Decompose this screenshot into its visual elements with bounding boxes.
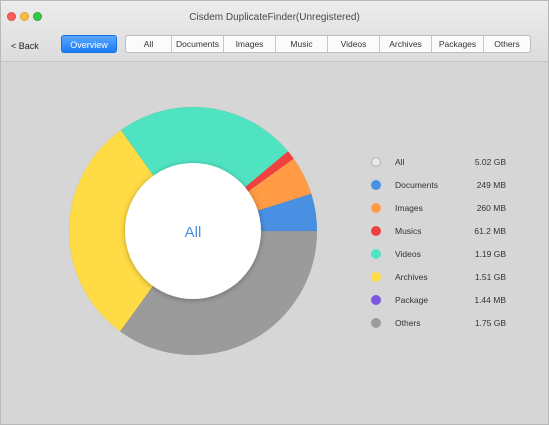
overview-button[interactable]: Overview (61, 35, 117, 53)
legend-value: 260 MB (476, 203, 506, 213)
category-tabs: All Documents Images Music Videos Archiv… (125, 35, 531, 53)
legend-dot (371, 226, 381, 236)
app-window: Cisdem DuplicateFinder(Unregistered) < B… (0, 0, 549, 425)
tab-music[interactable]: Music (276, 36, 328, 52)
title-bar: Cisdem DuplicateFinder(Unregistered) < B… (1, 1, 548, 62)
legend-dot (371, 295, 381, 305)
legend-dot (371, 157, 381, 167)
legend-row-archives[interactable]: Archives 1.51 GB (371, 266, 511, 289)
window-title: Cisdem DuplicateFinder(Unregistered) (189, 12, 360, 23)
tab-images[interactable]: Images (224, 36, 276, 52)
legend-row-all[interactable]: All 5.02 GB (371, 151, 511, 174)
legend-row-videos[interactable]: Videos 1.19 GB (371, 243, 511, 266)
legend-value: 5.02 GB (474, 157, 506, 167)
legend-name: All (395, 157, 405, 167)
legend-dot (371, 249, 381, 259)
legend-dot (371, 318, 381, 328)
legend-value: 249 MB (476, 180, 506, 190)
legend-name: Others (395, 318, 421, 328)
legend-dot (371, 203, 381, 213)
legend-row-documents[interactable]: Documents 249 MB (371, 174, 511, 197)
legend-value: 1.75 GB (474, 318, 506, 328)
tab-videos[interactable]: Videos (328, 36, 380, 52)
legend-value: 61.2 MB (474, 226, 506, 236)
legend-value: 1.44 MB (474, 295, 506, 305)
legend-dot (371, 180, 381, 190)
storage-donut-chart: All (68, 106, 318, 356)
tab-all[interactable]: All (126, 36, 172, 52)
donut-center-label: All (185, 224, 202, 241)
legend-name: Archives (395, 272, 428, 282)
legend-dot (371, 272, 381, 282)
legend-name: Images (395, 203, 423, 213)
legend-row-others[interactable]: Others 1.75 GB (371, 312, 511, 335)
legend: All 5.02 GB Documents 249 MB Images 260 … (371, 151, 511, 335)
legend-name: Package (395, 295, 429, 305)
back-button[interactable]: < Back (11, 41, 39, 51)
legend-row-musics[interactable]: Musics 61.2 MB (371, 220, 511, 243)
legend-name: Videos (395, 249, 421, 259)
legend-name: Musics (395, 226, 422, 236)
legend-value: 1.51 GB (474, 272, 506, 282)
tab-documents[interactable]: Documents (172, 36, 224, 52)
tab-packages[interactable]: Packages (432, 36, 484, 52)
legend-name: Documents (395, 180, 438, 190)
tab-others[interactable]: Others (484, 36, 530, 52)
tab-archives[interactable]: Archives (380, 36, 432, 52)
legend-row-package[interactable]: Package 1.44 MB (371, 289, 511, 312)
legend-row-images[interactable]: Images 260 MB (371, 197, 511, 220)
legend-value: 1.19 GB (474, 249, 506, 259)
